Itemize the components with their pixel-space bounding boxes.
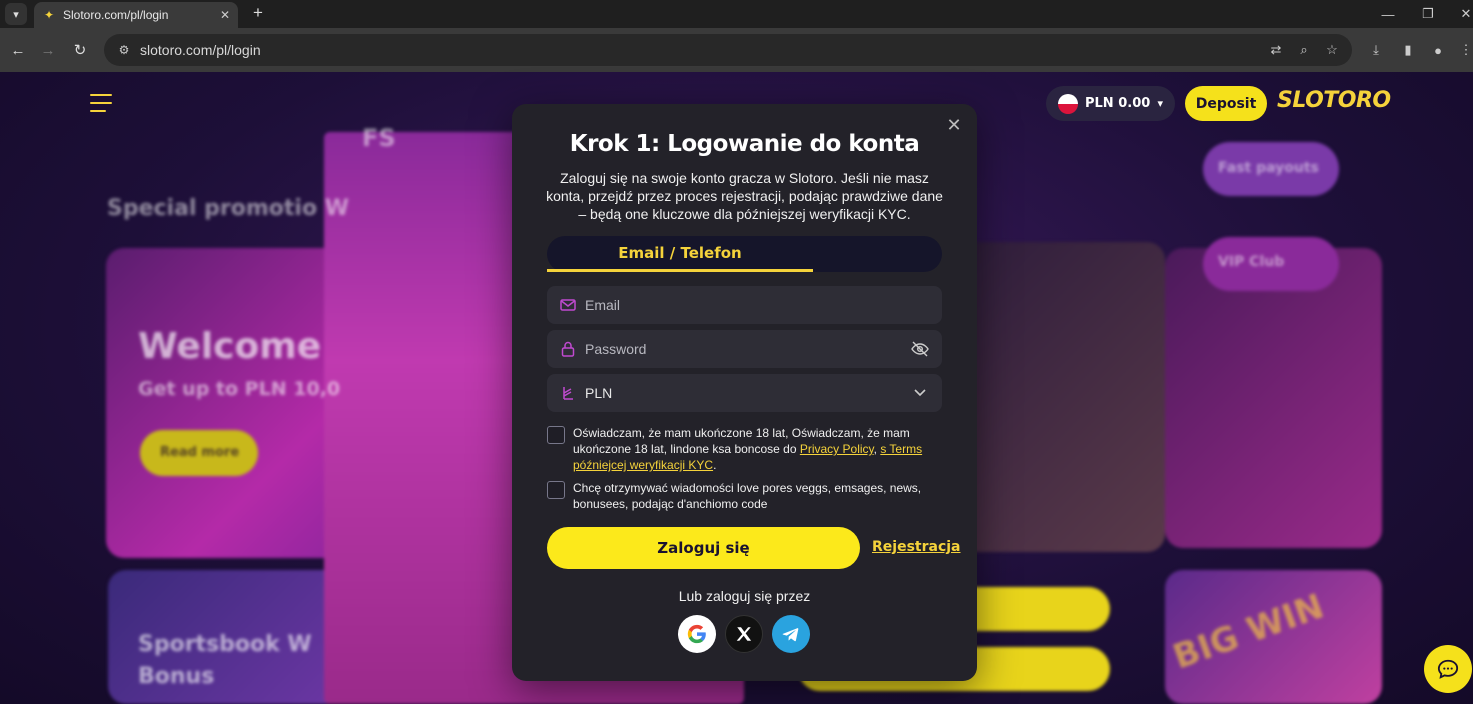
register-link[interactable]: Rejestracja: [872, 539, 961, 555]
back-button[interactable]: ←: [8, 40, 28, 60]
bookmark-star-icon[interactable]: ☆: [1322, 40, 1342, 60]
email-input[interactable]: [585, 297, 930, 313]
age-consent-row: Oświadczam, że mam ukończone 18 lat, Ośw…: [547, 425, 942, 473]
menu-kebab-icon[interactable]: ⋮: [1456, 40, 1473, 60]
telegram-login-button[interactable]: [772, 615, 810, 653]
chat-bubble-icon: [1437, 659, 1459, 679]
bg-welcome-sub: Get up to PLN 10,0: [138, 378, 341, 400]
mail-icon: [559, 296, 577, 314]
lock-icon: [559, 340, 577, 358]
hamburger-menu-icon[interactable]: [90, 94, 112, 112]
currency-icon: [559, 384, 577, 402]
marketing-consent-text: Chcę otrzymywać wiadomości love pores ve…: [573, 481, 922, 511]
vip-promo-card: [1165, 248, 1382, 548]
chevron-down-icon: [910, 383, 930, 403]
password-input[interactable]: [585, 341, 910, 357]
tab-email-phone[interactable]: Email / Telefon: [547, 236, 813, 272]
download-icon[interactable]: ⤓: [1366, 40, 1386, 60]
balance-text: PLN 0.00: [1085, 96, 1151, 111]
email-field[interactable]: [547, 286, 942, 324]
browser-tab[interactable]: ✦ Slotoro.com/pl/login ✕: [34, 2, 238, 28]
browser-toolbar: ← → ↻ ⚙ slotoro.com/pl/login ⇄ ⌕ ☆ ⤓ ▮ ●…: [0, 28, 1473, 72]
password-field[interactable]: [547, 330, 942, 368]
new-tab-button[interactable]: +: [248, 3, 268, 23]
currency-value: PLN: [585, 385, 613, 401]
age-consent-text: Oświadczam, że mam ukończone 18 lat, Ośw…: [573, 426, 923, 472]
bg-section-title: Special promotio W: [107, 196, 349, 221]
social-login-label: Lub zaloguj się przez: [678, 588, 811, 604]
privacy-policy-link[interactable]: Privacy Policy: [800, 442, 874, 456]
url-text: slotoro.com/pl/login: [140, 42, 261, 58]
balance-selector[interactable]: PLN 0.00 ▾: [1046, 86, 1175, 121]
reload-button[interactable]: ↻: [70, 40, 90, 60]
forward-button[interactable]: →: [38, 40, 58, 60]
bg-sportsbook-1: Sportsbook W: [138, 632, 312, 657]
modal-description: Zaloguj się na swoje konto gracza w Slot…: [546, 170, 943, 222]
zoom-icon[interactable]: ⌕: [1294, 40, 1314, 60]
close-window-button[interactable]: ✕: [1446, 0, 1473, 28]
age-consent-checkbox[interactable]: [547, 426, 565, 444]
chat-support-button[interactable]: [1424, 645, 1472, 693]
login-button[interactable]: Zaloguj się: [547, 527, 860, 569]
bg-fs-label: FS: [362, 124, 396, 152]
x-logo-icon: [736, 627, 752, 641]
marketing-consent-checkbox[interactable]: [547, 481, 565, 499]
deposit-button[interactable]: Deposit: [1185, 86, 1267, 121]
modal-title: Krok 1: Logowanie do konta: [569, 131, 920, 157]
tab-title: Slotoro.com/pl/login: [63, 8, 169, 22]
telegram-icon: [782, 628, 799, 642]
marketing-consent-row: Chcę otrzymywać wiadomości love pores ve…: [547, 480, 942, 512]
x-login-button[interactable]: [725, 615, 763, 653]
side-panel-icon[interactable]: ▮: [1398, 40, 1418, 60]
tab-close-icon[interactable]: ✕: [220, 8, 230, 22]
browser-tabbar: ▾ ✦ Slotoro.com/pl/login ✕ + — ❐ ✕: [0, 0, 1473, 28]
minimize-button[interactable]: —: [1368, 0, 1408, 28]
poland-flag-icon: [1058, 93, 1078, 114]
login-modal: ✕ Krok 1: Logowanie do konta Zaloguj się…: [512, 104, 977, 681]
bg-sportsbook-2: Bonus: [138, 664, 215, 689]
google-login-button[interactable]: [678, 615, 716, 653]
google-icon: [687, 624, 706, 644]
bg-read-more: Read more: [160, 445, 240, 460]
currency-select[interactable]: PLN: [547, 374, 942, 412]
tab-search-button[interactable]: ▾: [5, 3, 27, 25]
site-favicon-icon: ✦: [43, 8, 55, 22]
address-bar[interactable]: ⚙ slotoro.com/pl/login ⇄ ⌕ ☆: [104, 34, 1352, 66]
bg-welcome-title: Welcome: [138, 326, 322, 367]
profile-icon[interactable]: ●: [1428, 40, 1448, 60]
eye-off-icon[interactable]: [910, 339, 930, 359]
restore-button[interactable]: ❐: [1408, 0, 1448, 28]
bg-vip-club: VIP Club: [1218, 254, 1285, 270]
login-method-tabs: Email / Telefon: [547, 236, 942, 272]
slotoro-logo[interactable]: SLOTORO: [1277, 88, 1391, 113]
bg-fast-payouts: Fast payouts: [1218, 160, 1319, 176]
site-info-icon[interactable]: ⚙: [114, 40, 134, 60]
translate-icon[interactable]: ⇄: [1266, 40, 1286, 60]
chevron-down-icon: ▾: [1157, 98, 1163, 110]
